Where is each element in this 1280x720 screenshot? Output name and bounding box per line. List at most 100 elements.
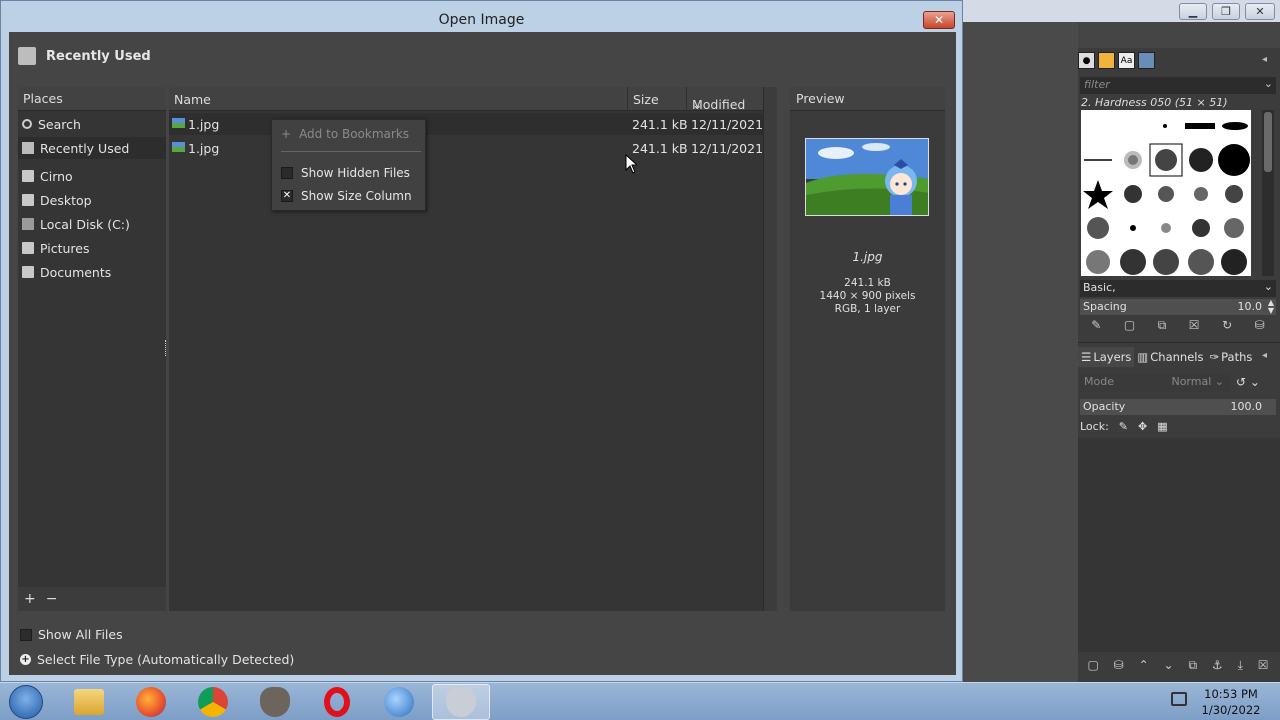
chevron-down-icon[interactable]: ⌄: [1264, 77, 1273, 90]
new-layer-icon[interactable]: ▢: [1087, 658, 1098, 673]
tab-channels[interactable]: ▥ Channels: [1134, 347, 1206, 367]
new-layer-group-icon[interactable]: ⛁: [1114, 658, 1124, 673]
reset-mode-icon[interactable]: ↺: [1236, 375, 1246, 389]
taskbar-gimp-window[interactable]: [432, 684, 490, 720]
unchecked-box-icon: [281, 167, 293, 179]
anchor-layer-icon[interactable]: ⚓: [1212, 658, 1223, 673]
edit-brush-icon[interactable]: ✎: [1091, 318, 1101, 336]
place-label: Cirno: [40, 168, 73, 184]
column-name[interactable]: Name: [174, 92, 211, 107]
layers-dock-menu-icon[interactable]: ◂: [1262, 350, 1267, 361]
place-cirno[interactable]: Cirno: [18, 165, 166, 187]
system-clock[interactable]: 10:53 PM 1/30/2022: [1196, 686, 1266, 718]
taskbar-file-explorer[interactable]: [60, 684, 118, 720]
file-modified: 12/11/2021: [691, 141, 764, 156]
lock-pixels-icon[interactable]: ✎: [1119, 420, 1128, 433]
layers-list[interactable]: [1078, 438, 1280, 652]
fonts-tab-icon[interactable]: Aa: [1118, 52, 1135, 69]
place-label: Pictures: [40, 240, 90, 256]
taskbar-opera[interactable]: [308, 684, 366, 720]
new-brush-icon[interactable]: ▢: [1124, 318, 1135, 336]
patterns-tab-icon[interactable]: [1098, 52, 1115, 69]
duplicate-layer-icon[interactable]: ⧉: [1188, 658, 1197, 673]
gimp-minimize-button[interactable]: ▁: [1179, 3, 1207, 20]
scrollbar-thumb[interactable]: [1264, 112, 1272, 172]
menu-item-label: Show Hidden Files: [301, 166, 410, 180]
file-list-scrollbar[interactable]: [763, 87, 777, 611]
show-all-files-checkbox[interactable]: [20, 628, 32, 641]
expand-plus-icon[interactable]: +: [20, 654, 31, 665]
show-size-column-item[interactable]: ✕ Show Size Column: [272, 185, 425, 207]
preview-dimensions: 1440 × 900 pixels: [819, 290, 916, 302]
file-row[interactable]: 1.jpg 241.1 kB 12/11/2021: [169, 113, 763, 135]
open-brush-folder-icon[interactable]: ⛁: [1255, 318, 1265, 336]
add-bookmark-button[interactable]: +: [24, 591, 36, 607]
show-hidden-files-item[interactable]: Show Hidden Files: [272, 162, 425, 184]
select-file-type-expander[interactable]: + Select File Type (Automatically Detect…: [20, 652, 294, 667]
show-all-files-option[interactable]: Show All Files: [20, 627, 123, 642]
preview-thumbnail: [805, 138, 929, 216]
pane-resize-grip[interactable]: [165, 340, 168, 356]
gimp-window-icon: [446, 687, 476, 717]
lower-layer-icon[interactable]: ⌄: [1164, 658, 1174, 673]
add-to-bookmarks-item[interactable]: + Add to Bookmarks: [272, 123, 425, 145]
spin-arrows-icon[interactable]: ▲ ▼: [1268, 299, 1274, 315]
recent-icon: [22, 142, 34, 154]
taskbar-thunderbird[interactable]: [370, 684, 428, 720]
brush-grid[interactable]: [1081, 110, 1251, 276]
column-separator[interactable]: [627, 87, 628, 111]
brush-name-label: 2. Hardness 050 (51 × 51): [1081, 96, 1228, 109]
paths-icon: ✑: [1209, 350, 1220, 364]
layer-toolbar: ▢ ⛁ ⌃ ⌄ ⧉ ⚓ ⤓ ☒: [1080, 658, 1276, 673]
spacing-slider[interactable]: Spacing 10.0 ▲ ▼: [1080, 299, 1276, 315]
column-separator[interactable]: [686, 87, 687, 111]
gimp-close-button[interactable]: ✕: [1245, 3, 1275, 20]
start-button[interactable]: [6, 684, 46, 720]
file-row[interactable]: 1.jpg 241.1 kB 12/11/2021: [169, 137, 763, 159]
taskbar-chrome[interactable]: [184, 684, 242, 720]
lock-position-icon[interactable]: ✥: [1138, 420, 1147, 433]
dock-separator[interactable]: [1078, 342, 1280, 343]
tab-layers[interactable]: ☰ Layers: [1078, 347, 1135, 367]
brush-thumbnails: [1083, 122, 1250, 275]
refresh-brushes-icon[interactable]: ↻: [1222, 318, 1232, 336]
merge-layer-icon[interactable]: ⤓: [1238, 658, 1243, 673]
place-pictures[interactable]: Pictures: [18, 237, 166, 259]
sort-chevron-icon: ⌄: [692, 97, 703, 112]
delete-layer-icon[interactable]: ☒: [1258, 658, 1269, 673]
duplicate-brush-icon[interactable]: ⧉: [1158, 318, 1167, 336]
channels-icon: ▥: [1137, 350, 1149, 364]
place-documents[interactable]: Documents: [18, 261, 166, 283]
layers-icon: ☰: [1081, 350, 1092, 364]
dock-menu-icon[interactable]: ◂: [1262, 54, 1267, 65]
delete-brush-icon[interactable]: ☒: [1189, 318, 1200, 336]
chevron-down-icon[interactable]: ⌄: [1250, 375, 1260, 389]
place-recently-used[interactable]: Recently Used: [18, 137, 166, 159]
mode-label: Mode: [1084, 375, 1114, 388]
brush-filter-input[interactable]: filter ⌄: [1080, 77, 1276, 94]
column-size[interactable]: Size: [633, 92, 659, 107]
tab-paths[interactable]: ✑ Paths: [1206, 347, 1255, 367]
gimp-maximize-button[interactable]: ❐: [1212, 3, 1240, 20]
brush-tag-select[interactable]: Basic, ⌄: [1080, 280, 1276, 297]
place-search[interactable]: Search: [18, 113, 166, 135]
raise-layer-icon[interactable]: ⌃: [1139, 658, 1149, 673]
lock-row: Lock: ✎ ✥ ▦: [1080, 420, 1168, 433]
path-label[interactable]: Recently Used: [46, 49, 151, 64]
taskbar-gimp[interactable]: [246, 684, 304, 720]
brush-scrollbar[interactable]: [1262, 110, 1274, 276]
brushes-tab-icon[interactable]: ●: [1078, 52, 1095, 69]
layer-mode-select[interactable]: Mode Normal ⌄: [1080, 374, 1230, 392]
dialog-close-button[interactable]: ✕: [923, 11, 955, 29]
preview-size: 241.1 kB: [844, 277, 891, 289]
network-icon[interactable]: [1171, 692, 1187, 706]
lock-alpha-icon[interactable]: ▦: [1157, 420, 1167, 433]
place-label: Search: [38, 116, 81, 132]
remove-bookmark-button[interactable]: −: [46, 591, 58, 607]
place-desktop[interactable]: Desktop: [18, 189, 166, 211]
opacity-slider[interactable]: Opacity 100.0: [1080, 399, 1276, 415]
taskbar-firefox[interactable]: [122, 684, 180, 720]
document-history-tab-icon[interactable]: [1138, 52, 1155, 69]
place-local-disk[interactable]: Local Disk (C:): [18, 213, 166, 235]
windows-orb-icon: [9, 685, 43, 719]
